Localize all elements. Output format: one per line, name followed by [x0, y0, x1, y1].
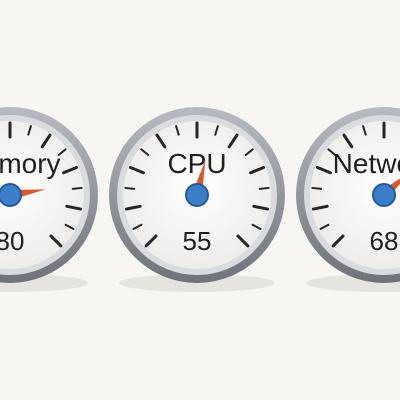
needle-hub: [372, 183, 396, 207]
gauge-memory: Memory 80: [0, 107, 98, 292]
gauge-cpu: CPU 55: [109, 107, 285, 292]
gauge-label: CPU: [167, 148, 226, 179]
gauges-canvas: Memory 80 CPU 55 Network 68: [0, 107, 400, 292]
gauge-network: Network 68: [296, 107, 400, 292]
gauge-value: 68: [370, 226, 399, 256]
tick-mark: [71, 186, 83, 190]
gauge-value: 80: [0, 226, 24, 256]
gauge-label: Network: [333, 148, 400, 179]
tick-mark: [258, 186, 270, 190]
needle-hub: [185, 183, 209, 207]
tick-mark: [124, 186, 136, 190]
gauge-value: 55: [183, 226, 212, 256]
needle-hub: [0, 183, 22, 207]
gauge-panel: Memory 80 CPU 55 Network 68: [0, 0, 400, 400]
tick-mark: [311, 186, 323, 190]
gauge-label: Memory: [0, 148, 61, 179]
